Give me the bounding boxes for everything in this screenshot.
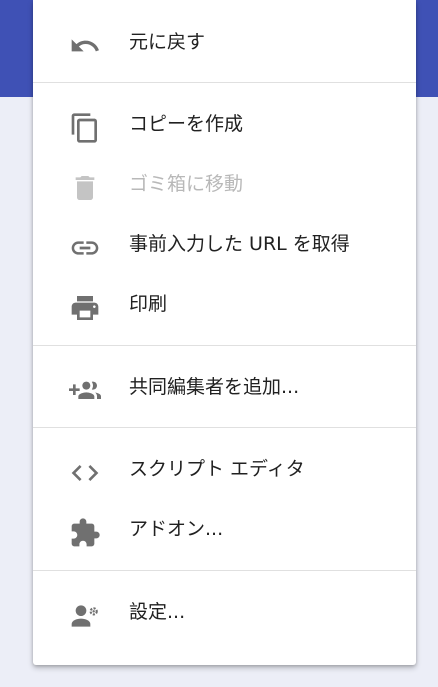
copy-icon — [69, 112, 101, 144]
menu-item-label: 元に戻す — [129, 31, 206, 53]
menu-divider — [33, 570, 416, 571]
menu-item-script-editor[interactable]: スクリプト エディタ — [33, 441, 416, 497]
menu-divider — [33, 427, 416, 428]
menu-item-label: 印刷 — [129, 293, 168, 315]
menu-item-get-prefilled-link[interactable]: 事前入力した URL を取得 — [33, 216, 416, 272]
puzzle-icon — [69, 517, 101, 549]
menu-item-make-copy[interactable]: コピーを作成 — [33, 96, 416, 152]
menu-item-label: アドオン... — [129, 518, 224, 540]
menu-item-label: 事前入力した URL を取得 — [129, 233, 350, 255]
link-icon — [69, 232, 101, 264]
trash-icon — [69, 172, 101, 204]
menu-item-print[interactable]: 印刷 — [33, 276, 416, 332]
undo-icon — [69, 30, 101, 62]
menu-item-move-to-trash: ゴミ箱に移動 — [33, 156, 416, 212]
code-icon — [69, 457, 101, 489]
menu-item-settings[interactable]: 設定... — [33, 584, 416, 640]
menu-item-label: ゴミ箱に移動 — [129, 173, 244, 195]
more-options-menu: 元に戻す コピーを作成 ゴミ箱に移動 事前入力した URL を取得 印刷 共同編… — [33, 0, 416, 665]
menu-item-add-ons[interactable]: アドオン... — [33, 501, 416, 557]
menu-item-label: 設定... — [129, 601, 186, 623]
menu-item-add-collaborators[interactable]: 共同編集者を追加... — [33, 359, 416, 415]
menu-divider — [33, 345, 416, 346]
menu-item-label: コピーを作成 — [129, 113, 244, 135]
menu-divider — [33, 82, 416, 83]
menu-item-label: スクリプト エディタ — [129, 458, 305, 480]
print-icon — [69, 292, 101, 324]
menu-item-undo[interactable]: 元に戻す — [33, 14, 416, 70]
add-people-icon — [69, 375, 101, 407]
settings-person-icon — [69, 600, 101, 632]
menu-item-label: 共同編集者を追加... — [129, 376, 300, 398]
